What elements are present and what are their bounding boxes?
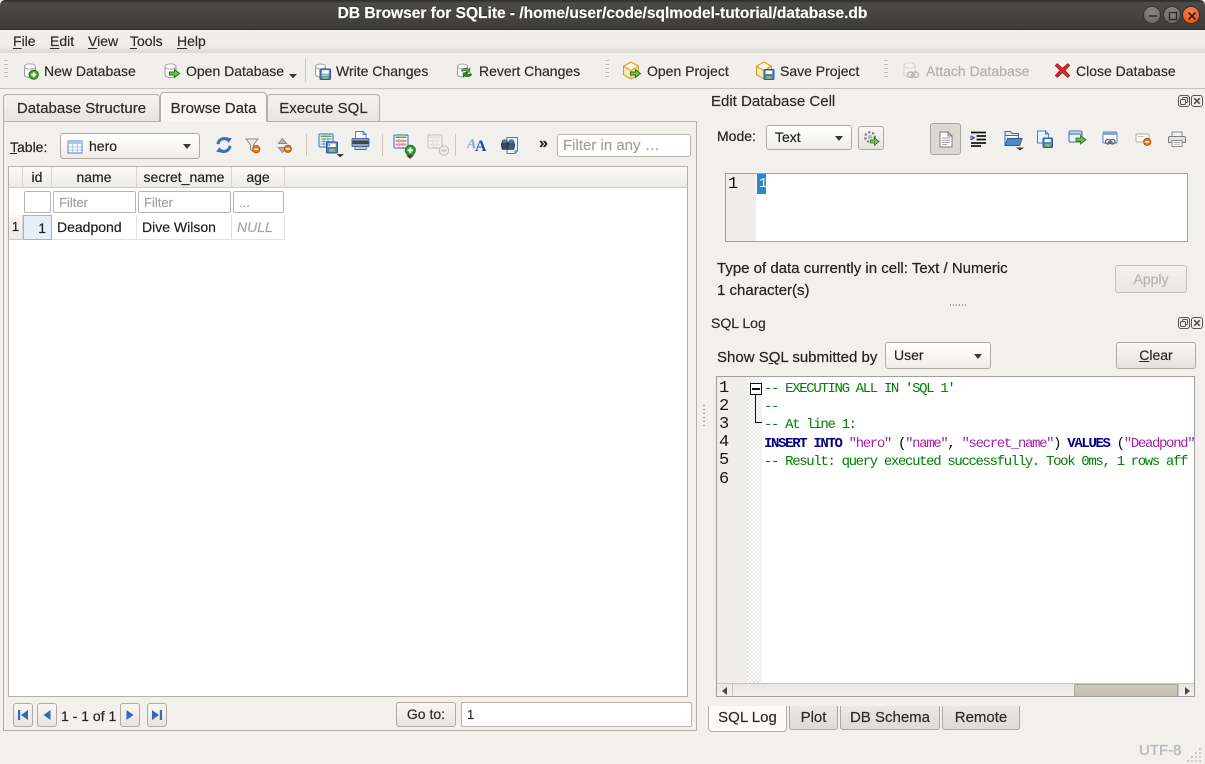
svg-text:A: A	[475, 138, 487, 153]
